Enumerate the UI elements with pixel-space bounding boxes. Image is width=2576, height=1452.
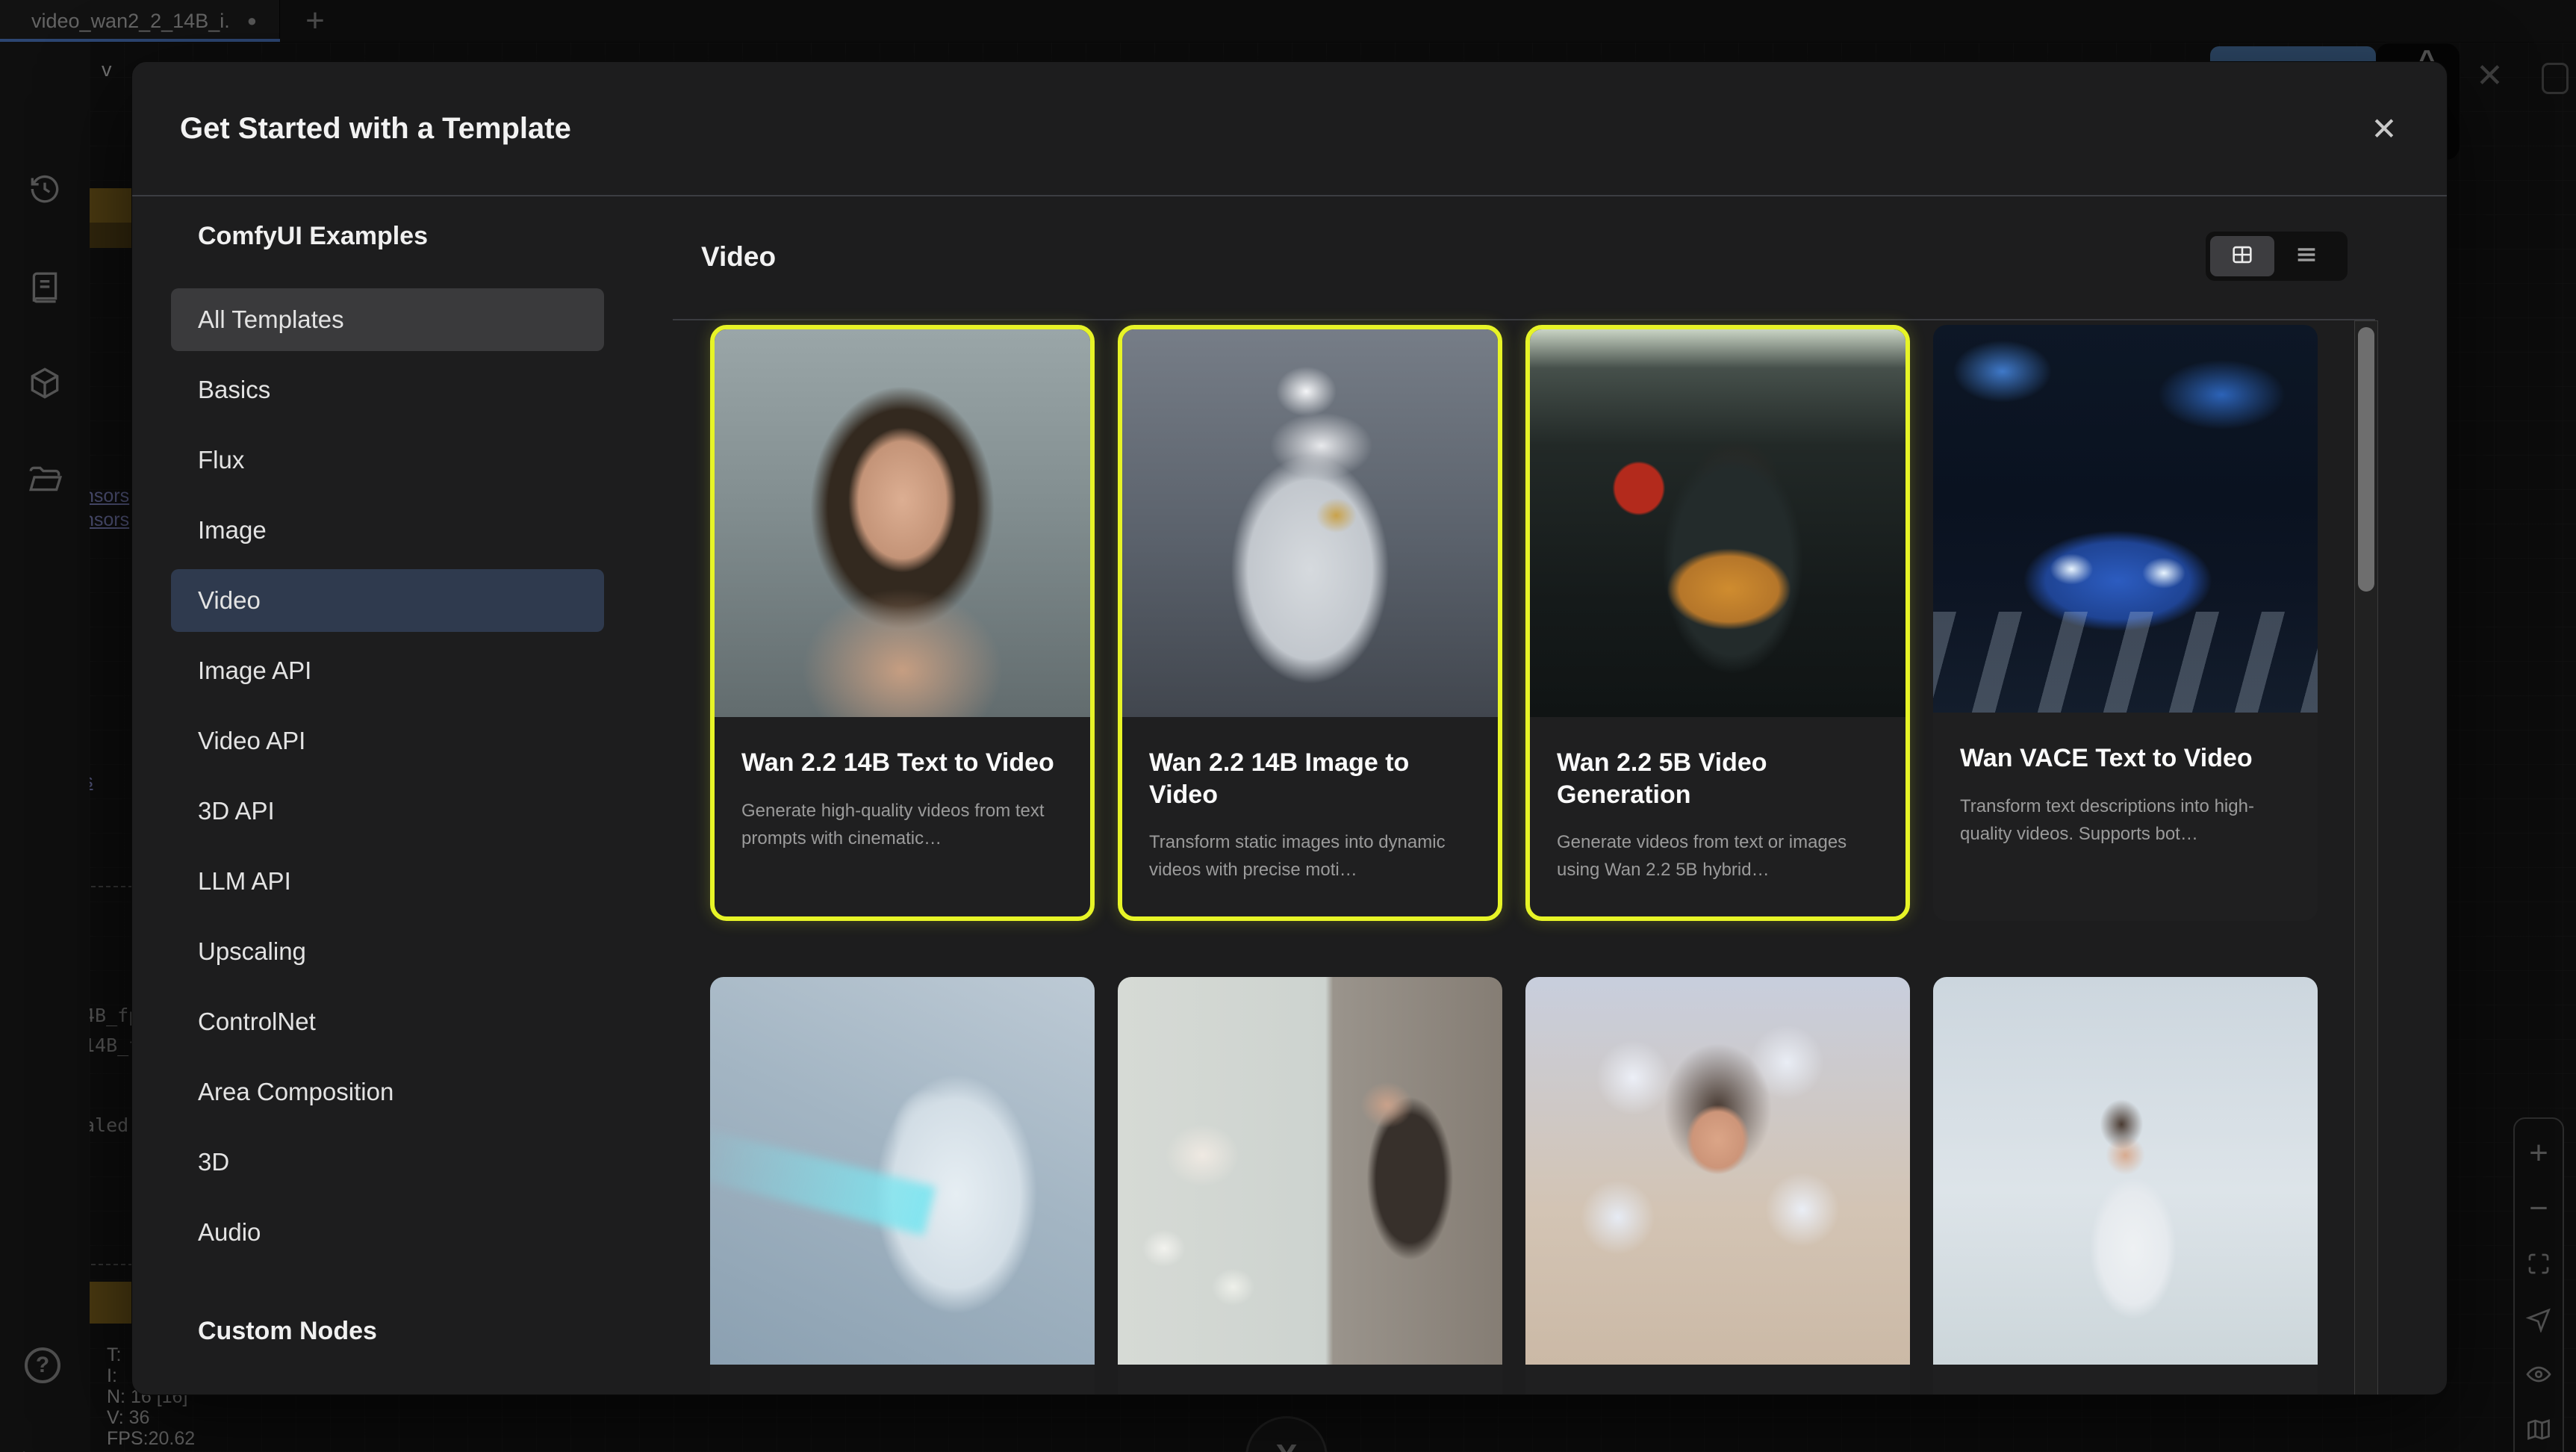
- category-item-label: All Templates: [198, 305, 344, 334]
- category-item[interactable]: Upscaling: [171, 920, 604, 983]
- template-card-title: Wan 2.2 14B Image to Video: [1149, 747, 1471, 810]
- template-card-description: Transform static images into dynamic vid…: [1149, 828, 1471, 884]
- category-item[interactable]: 3D: [171, 1131, 604, 1194]
- template-dialog: Get Started with a Template ✕ ComfyUI Ex…: [131, 61, 2448, 1395]
- category-item[interactable]: LLM API: [171, 850, 604, 913]
- template-thumbnail: [1933, 325, 2318, 713]
- category-item-label: 3D API: [198, 797, 275, 825]
- category-item-label: LLM API: [198, 867, 291, 896]
- category-item-label: Upscaling: [198, 937, 306, 966]
- category-item-label: Area Composition: [198, 1078, 393, 1106]
- template-thumbnail: [1118, 977, 1502, 1365]
- template-card-title: Wan 2.2 14B Text to Video: [741, 747, 1063, 779]
- template-card[interactable]: Wan 2.2 14B Image to Video Transform sta…: [1118, 325, 1502, 921]
- category-item[interactable]: Area Composition: [171, 1061, 604, 1123]
- template-thumbnail: [1122, 329, 1498, 717]
- view-toggle-group: [2206, 232, 2348, 281]
- template-card[interactable]: [1118, 977, 1502, 1395]
- category-item[interactable]: Audio: [171, 1201, 604, 1264]
- category-heading: Video: [701, 241, 776, 273]
- category-item-label: Image API: [198, 657, 311, 685]
- category-item-label: Flux: [198, 446, 244, 474]
- cards-scrollbar-track[interactable]: [2354, 320, 2378, 1395]
- grid-view-button[interactable]: [2210, 236, 2274, 276]
- template-card-title: Wan 2.2 5B Video Generation: [1557, 747, 1879, 810]
- dialog-close-icon[interactable]: ✕: [2363, 108, 2405, 150]
- category-item-label: 3D: [198, 1148, 229, 1176]
- sidebar-section-header-custom-nodes: Custom Nodes: [198, 1317, 377, 1346]
- template-card[interactable]: Wan 2.2 14B Text to Video Generate high-…: [710, 325, 1095, 921]
- cards-scrollbar-thumb[interactable]: [2358, 327, 2374, 592]
- category-item-label: Image: [198, 516, 267, 544]
- template-card-description: Generate videos from text or images usin…: [1557, 828, 1879, 884]
- template-card[interactable]: Wan VACE Text to Video Transform text de…: [1933, 325, 2318, 921]
- category-item[interactable]: 3D API: [171, 780, 604, 843]
- list-view-icon: [2294, 242, 2319, 271]
- cards-area-divider: [673, 319, 2375, 320]
- category-item-label: Basics: [198, 376, 270, 404]
- sidebar-section-header: ComfyUI Examples: [198, 222, 428, 251]
- template-card[interactable]: [1933, 977, 2318, 1395]
- dialog-header-divider: [132, 195, 2447, 196]
- category-item[interactable]: Flux: [171, 429, 604, 491]
- category-item-label: ControlNet: [198, 1008, 316, 1036]
- category-item[interactable]: Video: [171, 569, 604, 632]
- category-item-label: Video API: [198, 727, 305, 755]
- template-card-grid: Wan 2.2 14B Text to Video Generate high-…: [710, 325, 2318, 1395]
- grid-view-icon: [2230, 242, 2255, 271]
- template-category-list: All Templates Basics Flux Image Video: [171, 288, 604, 1271]
- template-card[interactable]: [1525, 977, 1910, 1395]
- template-card-description: Generate high-quality videos from text p…: [741, 797, 1063, 852]
- template-card-description: Transform text descriptions into high-qu…: [1960, 792, 2291, 848]
- category-item[interactable]: Image API: [171, 639, 604, 702]
- template-thumbnail: [1933, 977, 2318, 1365]
- template-card[interactable]: [710, 977, 1095, 1395]
- list-view-button[interactable]: [2274, 236, 2339, 276]
- category-item[interactable]: ControlNet: [171, 990, 604, 1053]
- category-item[interactable]: Image: [171, 499, 604, 562]
- template-thumbnail: [715, 329, 1090, 717]
- template-thumbnail: [1525, 977, 1910, 1365]
- category-item-label: Audio: [198, 1218, 261, 1247]
- template-thumbnail: [1530, 329, 1905, 717]
- dialog-title: Get Started with a Template: [180, 62, 571, 195]
- category-item[interactable]: All Templates: [171, 288, 604, 351]
- template-card[interactable]: Wan 2.2 5B Video Generation Generate vid…: [1525, 325, 1910, 921]
- category-item[interactable]: Basics: [171, 359, 604, 421]
- app-screen: video_wan2_2_14B_i... ● + C v ^ ✕ ? >_: [0, 0, 2576, 1452]
- category-item-label: Video: [198, 586, 261, 615]
- template-card-title: Wan VACE Text to Video: [1960, 742, 2291, 775]
- template-thumbnail: [710, 977, 1095, 1365]
- category-item[interactable]: Video API: [171, 710, 604, 772]
